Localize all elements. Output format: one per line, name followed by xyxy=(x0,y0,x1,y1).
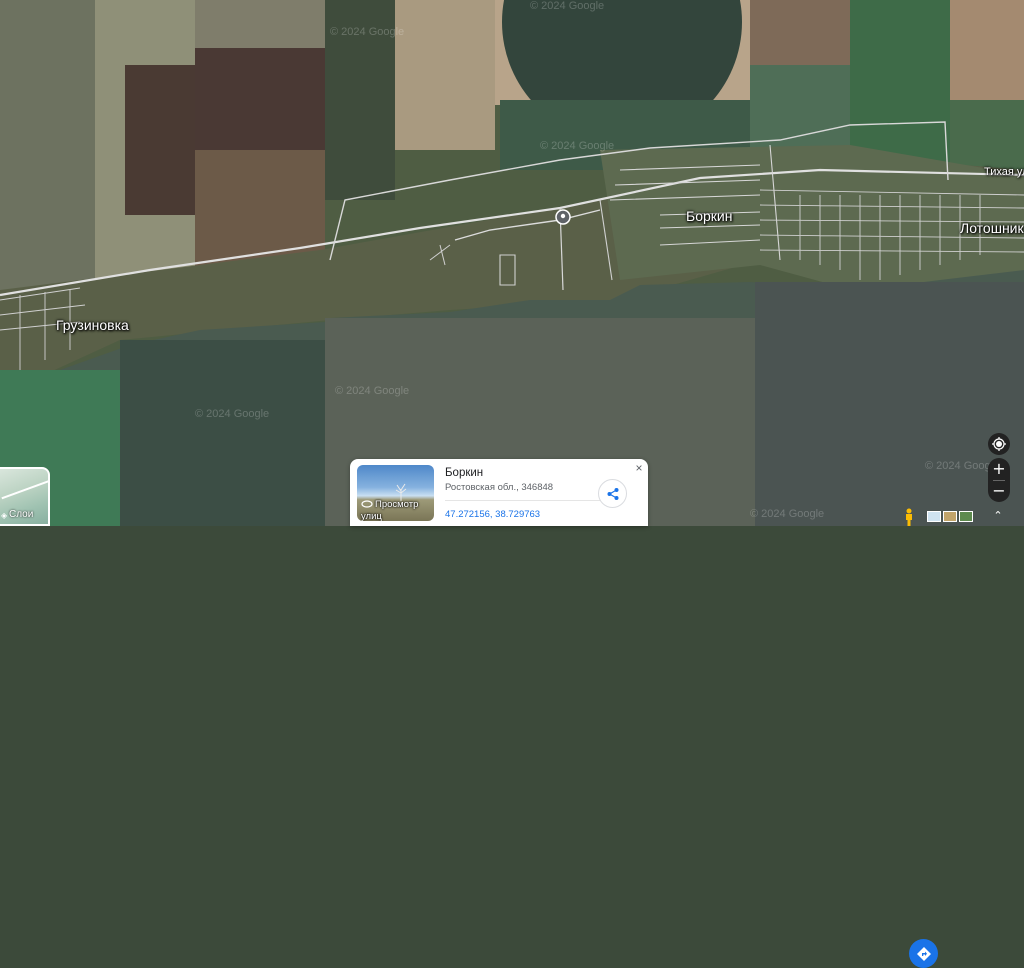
my-location-icon xyxy=(992,437,1006,451)
watermark: © 2024 Google xyxy=(530,0,605,12)
directions-button[interactable] xyxy=(909,939,938,968)
layers-thumbnail-road xyxy=(1,476,48,500)
my-location-button[interactable] xyxy=(988,433,1010,455)
watermark: © 2024 Google xyxy=(330,26,405,38)
watermark: © 2024 Google xyxy=(750,508,825,520)
divider xyxy=(445,500,605,501)
location-pin-icon[interactable] xyxy=(555,209,571,225)
watermark: © 2024 Google xyxy=(540,140,615,152)
imagery-thumb-map[interactable] xyxy=(927,511,941,522)
directions-icon xyxy=(916,946,931,961)
imagery-thumb-satellite[interactable] xyxy=(959,511,973,522)
watermark: © 2024 Google xyxy=(195,408,270,420)
zoom-control: + − xyxy=(988,458,1010,502)
tree-icon xyxy=(395,483,407,501)
share-icon xyxy=(607,487,618,500)
pegman-icon[interactable] xyxy=(903,508,915,526)
place-card: Просмотр улиц Боркин Ростовская обл., 34… xyxy=(350,459,938,968)
layers-label: Слои xyxy=(9,509,34,520)
street-view-label: Просмотр улиц xyxy=(361,499,433,521)
place-label-lotoshniki: Лотошник xyxy=(960,220,1024,236)
share-button[interactable] xyxy=(598,479,627,508)
zoom-in-button[interactable]: + xyxy=(988,458,1010,480)
imagery-thumb-terrain[interactable] xyxy=(943,511,957,522)
place-label-borkin: Боркин xyxy=(686,208,733,224)
zoom-out-button[interactable]: − xyxy=(988,480,1010,502)
layers-button[interactable]: ◈ Слои xyxy=(0,467,50,526)
imagery-thumbnails[interactable] xyxy=(927,511,975,523)
place-coordinates[interactable]: 47.272156, 38.729763 xyxy=(445,509,540,520)
street-label-tikhaya: Тихая ул xyxy=(984,166,1024,178)
layers-icon: ◈ xyxy=(1,511,8,520)
satellite-map[interactable] xyxy=(0,0,1024,526)
collapse-button[interactable]: ⌃ xyxy=(990,509,1006,523)
street-view-thumbnail[interactable]: Просмотр улиц xyxy=(357,465,434,521)
street-view-icon xyxy=(361,500,373,509)
close-button[interactable]: × xyxy=(633,462,645,474)
watermark: © 2024 Google xyxy=(335,385,410,397)
place-title: Боркин xyxy=(445,467,484,479)
place-label-gruzinovka: Грузиновка xyxy=(56,317,129,333)
place-address: Ростовская обл., 346848 xyxy=(445,482,554,493)
